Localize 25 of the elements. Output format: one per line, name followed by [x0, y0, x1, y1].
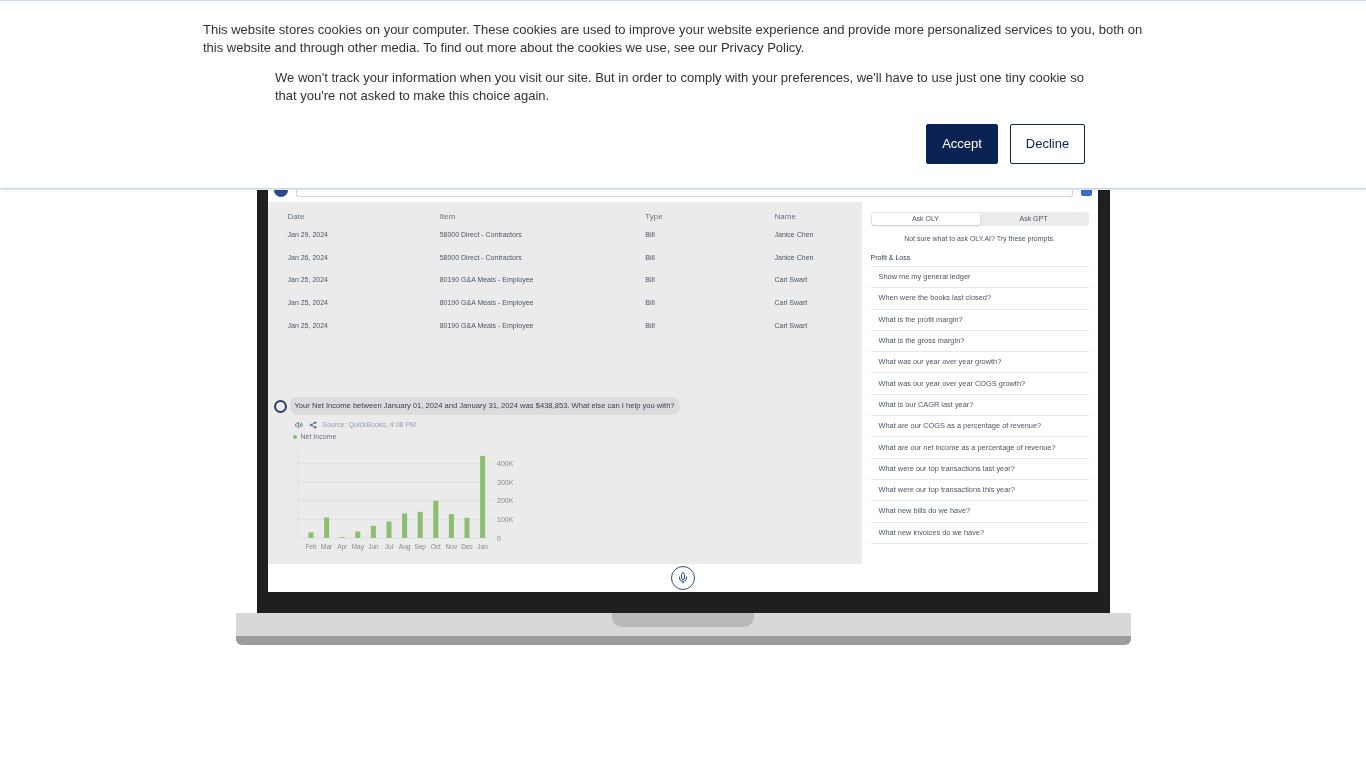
cookie-notice: We won't track your information when you visit our site. But in order to comply with your preferences, we'll have to use just one tiny cookie so that you're not asked to make this choice again. [275, 69, 1085, 105]
bar [354, 531, 360, 538]
bar [370, 525, 376, 538]
avatar-icon [273, 190, 288, 197]
column-header: Date [287, 211, 306, 223]
speaker-icon[interactable] [294, 420, 303, 429]
share-icon[interactable] [308, 420, 317, 429]
microphone-icon [676, 572, 689, 584]
bar [464, 517, 469, 538]
bar [323, 517, 329, 538]
column-header: Item [439, 211, 457, 223]
bar [401, 513, 407, 538]
decline-button[interactable]: Decline [1010, 124, 1085, 164]
bar [448, 513, 454, 538]
cookie-message: This website stores cookies on your computer. These cookies are used to improve your website experience and provide more personalized services to you, both on this website and through other media. To find out more about the cookies we use, see our Privacy Policy. [203, 21, 1144, 57]
ask-field[interactable] [295, 190, 1073, 197]
panel-icon[interactable] [1080, 190, 1092, 196]
accept-button[interactable]: Accept [926, 124, 998, 164]
avatar-icon [273, 399, 287, 413]
bar [308, 532, 313, 538]
bar [417, 511, 423, 538]
bar [386, 521, 391, 538]
column-header: Type [645, 211, 664, 223]
column-header: Name [774, 211, 797, 223]
bar [432, 500, 438, 538]
